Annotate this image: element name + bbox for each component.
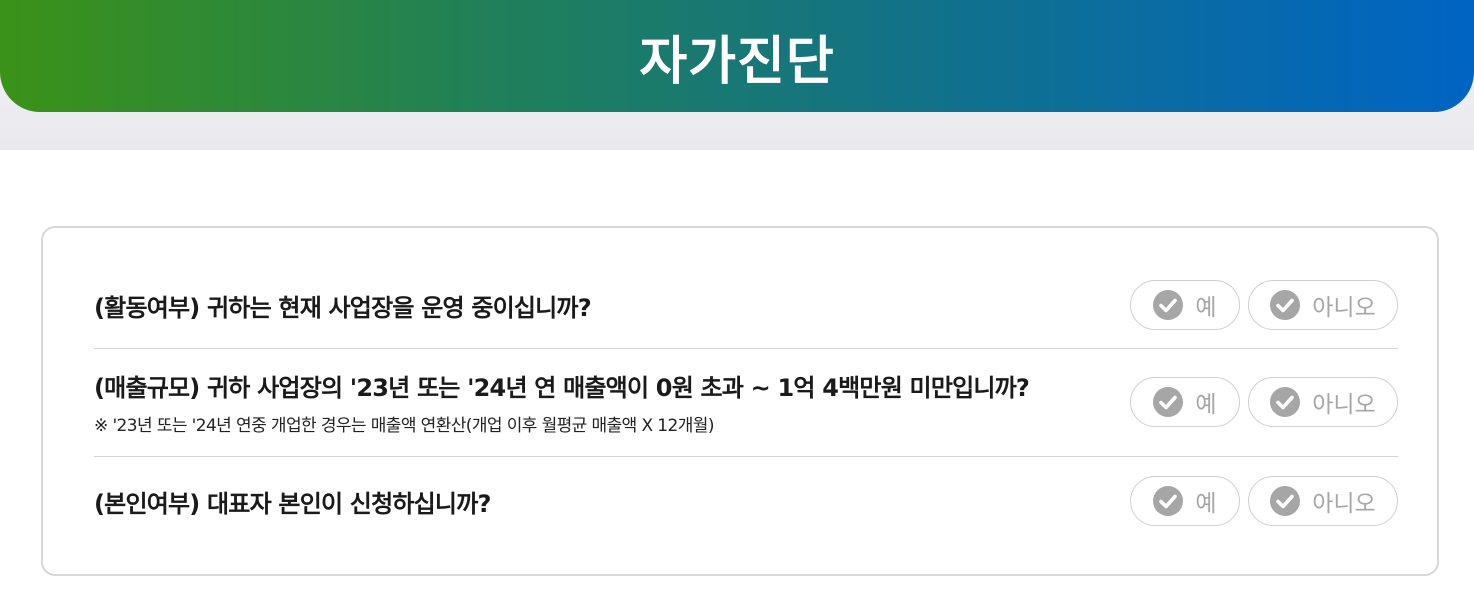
answer-buttons: 예 아니오 — [1130, 476, 1398, 526]
yes-label: 예 — [1195, 392, 1217, 418]
no-label: 아니오 — [1312, 392, 1376, 418]
divider — [94, 348, 1398, 349]
no-label: 아니오 — [1312, 491, 1376, 517]
question-text: (매출규모) 귀하 사업장의 '23년 또는 '24년 연 매출액이 0원 초과… — [94, 374, 1030, 402]
question-note: ※ '23년 또는 '24년 연중 개업한 경우는 매출액 연환산(개업 이후 … — [94, 416, 714, 436]
no-button[interactable]: 아니오 — [1248, 280, 1398, 330]
answer-buttons: 예 아니오 — [1130, 377, 1398, 427]
check-circle-icon — [1153, 486, 1184, 516]
question-text-block: (본인여부) 대표자 본인이 신청하십니까? — [94, 484, 491, 519]
question-row-activity: (활동여부) 귀하는 현재 사업장을 운영 중이십니까? 예 아니오 — [94, 277, 1398, 333]
check-circle-icon — [1270, 290, 1301, 320]
yes-button[interactable]: 예 — [1130, 476, 1240, 526]
check-circle-icon — [1270, 387, 1301, 417]
yes-button[interactable]: 예 — [1130, 280, 1240, 330]
divider — [94, 456, 1398, 457]
question-row-identity: (본인여부) 대표자 본인이 신청하십니까? 예 아니오 — [94, 473, 1398, 529]
self-diagnosis-card: (활동여부) 귀하는 현재 사업장을 운영 중이십니까? 예 아니오 (매출규모… — [41, 226, 1439, 576]
yes-label: 예 — [1195, 295, 1217, 321]
check-circle-icon — [1153, 387, 1184, 417]
question-row-revenue: (매출규모) 귀하 사업장의 '23년 또는 '24년 연 매출액이 0원 초과… — [94, 374, 1398, 436]
answer-buttons: 예 아니오 — [1130, 280, 1398, 330]
yes-label: 예 — [1195, 491, 1217, 517]
no-button[interactable]: 아니오 — [1248, 377, 1398, 427]
page-title: 자가진단 — [639, 31, 835, 92]
question-text-block: (활동여부) 귀하는 현재 사업장을 운영 중이십니까? — [94, 288, 592, 323]
question-text: (본인여부) 대표자 본인이 신청하십니까? — [94, 489, 491, 518]
check-circle-icon — [1270, 486, 1301, 516]
question-text-block: (매출규모) 귀하 사업장의 '23년 또는 '24년 연 매출액이 0원 초과… — [94, 368, 1030, 436]
question-text: (활동여부) 귀하는 현재 사업장을 운영 중이십니까? — [94, 293, 592, 322]
check-circle-icon — [1153, 290, 1184, 320]
no-button[interactable]: 아니오 — [1248, 476, 1398, 526]
no-label: 아니오 — [1312, 295, 1376, 321]
yes-button[interactable]: 예 — [1130, 377, 1240, 427]
page-header: 자가진단 — [0, 0, 1474, 112]
